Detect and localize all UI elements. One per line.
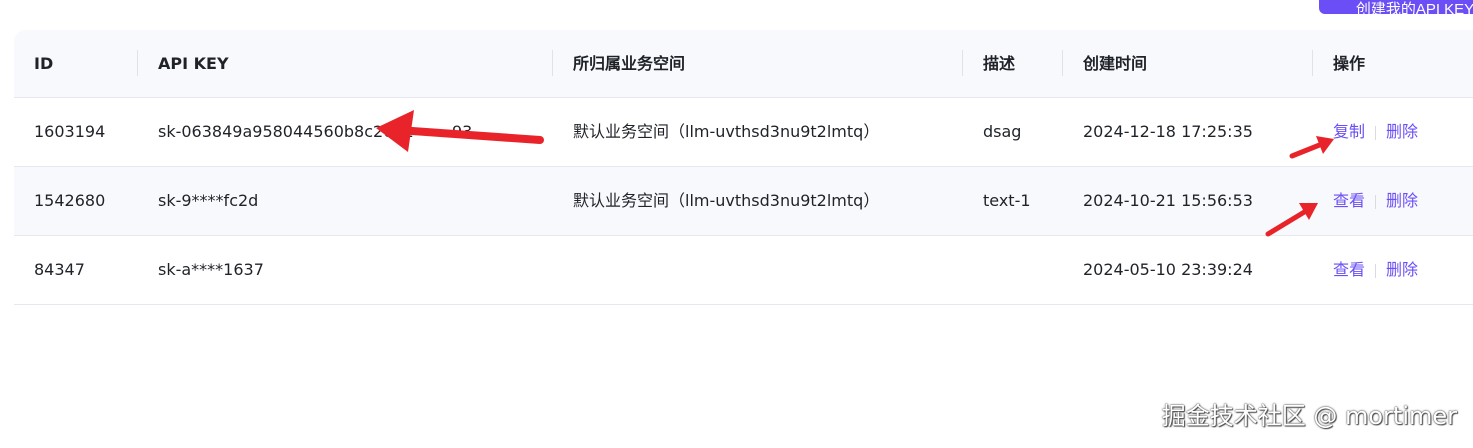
row-api-key: sk-9****fc2d bbox=[158, 191, 259, 210]
column-divider[interactable] bbox=[962, 50, 963, 76]
table-row: 84347 sk-a****1637 2024-05-10 23:39:24 查… bbox=[14, 236, 1473, 305]
row-workspace: 默认业务空间（llm-uvthsd3nu9t2lmtq） bbox=[573, 191, 880, 210]
table-row: 1542680 sk-9****fc2d 默认业务空间（llm-uvthsd3n… bbox=[14, 167, 1473, 236]
view-key-link[interactable]: 查看 bbox=[1333, 260, 1365, 279]
watermark: 掘金技术社区 @ mortimer bbox=[1161, 402, 1457, 430]
create-api-key-button[interactable]: 创建我的API KEY bbox=[1319, 0, 1473, 14]
column-divider[interactable] bbox=[1062, 50, 1063, 76]
row-description: dsag bbox=[983, 122, 1022, 141]
row-api-key-tail: 93 bbox=[452, 122, 473, 141]
row-description: text-1 bbox=[983, 191, 1031, 210]
table-header: ID API KEY 所归属业务空间 描述 创建时间 操作 bbox=[14, 30, 1473, 98]
row-created-at: 2024-12-18 17:25:35 bbox=[1083, 122, 1253, 141]
api-key-table: ID API KEY 所归属业务空间 描述 创建时间 操作 1603194 sk… bbox=[14, 30, 1473, 305]
table-row: 1603194 sk-063849a958044560b8c2021 93 默认… bbox=[14, 98, 1473, 167]
row-id: 84347 bbox=[34, 260, 85, 279]
delete-key-link[interactable]: 删除 bbox=[1386, 260, 1418, 279]
column-divider[interactable] bbox=[1312, 50, 1313, 76]
row-id: 1603194 bbox=[34, 122, 106, 141]
action-divider bbox=[1375, 194, 1377, 209]
row-workspace: 默认业务空间（llm-uvthsd3nu9t2lmtq） bbox=[573, 122, 880, 141]
row-actions: 复制 删除 bbox=[1333, 98, 1418, 166]
row-created-at: 2024-10-21 15:56:53 bbox=[1083, 191, 1253, 210]
column-header-actions: 操作 bbox=[1333, 54, 1366, 73]
row-actions: 查看 删除 bbox=[1333, 236, 1418, 304]
column-header-api-key: API KEY bbox=[158, 54, 229, 73]
column-header-id: ID bbox=[34, 54, 54, 73]
row-id: 1542680 bbox=[34, 191, 106, 210]
column-header-description: 描述 bbox=[983, 54, 1016, 73]
row-api-key: sk-a****1637 bbox=[158, 260, 264, 279]
copy-key-link[interactable]: 复制 bbox=[1333, 122, 1365, 141]
row-api-key: sk-063849a958044560b8c2021 bbox=[158, 122, 414, 141]
action-divider bbox=[1375, 263, 1377, 278]
delete-key-link[interactable]: 删除 bbox=[1386, 122, 1418, 141]
row-actions: 查看 删除 bbox=[1333, 167, 1418, 235]
column-header-created-at: 创建时间 bbox=[1083, 54, 1148, 73]
row-created-at: 2024-05-10 23:39:24 bbox=[1083, 260, 1253, 279]
column-divider[interactable] bbox=[552, 50, 553, 76]
column-header-workspace: 所归属业务空间 bbox=[573, 54, 686, 73]
action-divider bbox=[1375, 125, 1377, 140]
column-divider[interactable] bbox=[137, 50, 138, 76]
api-key-page: 创建我的API KEY ID API KEY 所归属业务空间 描述 创建时间 操… bbox=[0, 0, 1473, 448]
view-key-link[interactable]: 查看 bbox=[1333, 191, 1365, 210]
delete-key-link[interactable]: 删除 bbox=[1386, 191, 1418, 210]
